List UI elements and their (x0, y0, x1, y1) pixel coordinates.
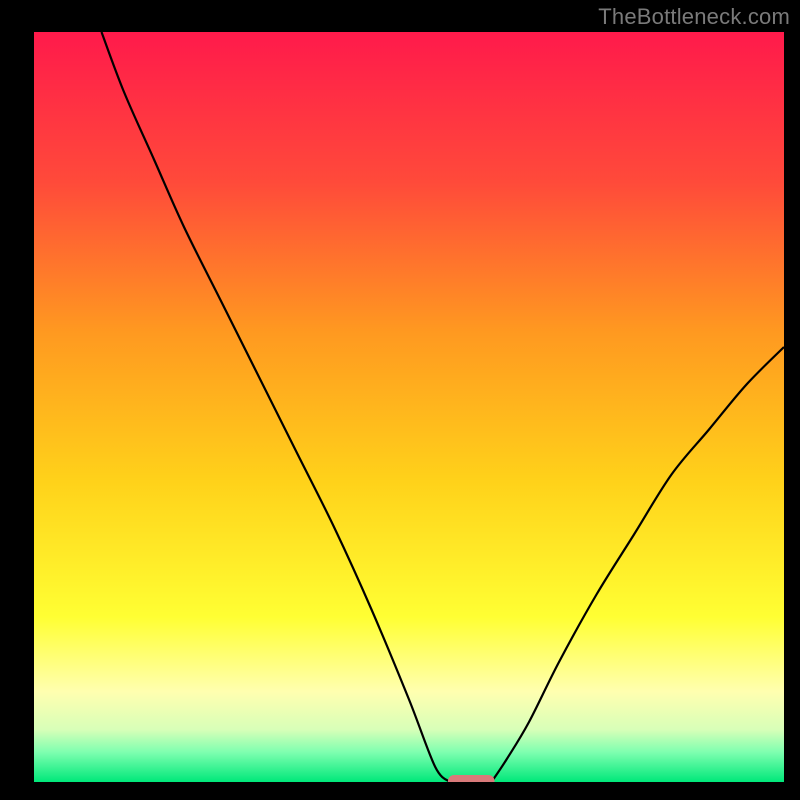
plot-area (34, 32, 784, 782)
chart-svg (34, 32, 784, 782)
watermark-text: TheBottleneck.com (598, 4, 790, 30)
optimal-zone-marker (448, 775, 495, 782)
chart-container: TheBottleneck.com (0, 0, 800, 800)
